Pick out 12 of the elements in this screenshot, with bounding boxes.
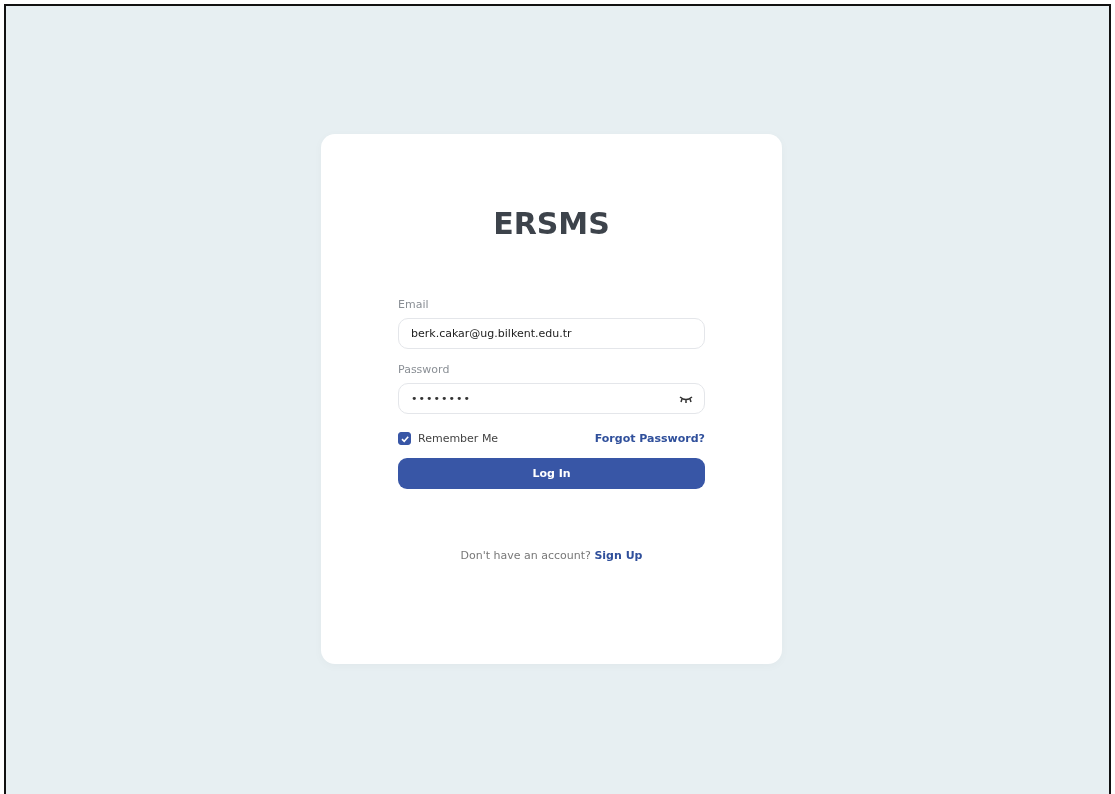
password-label: Password [398, 363, 450, 376]
remember-checkbox[interactable] [398, 432, 411, 445]
email-label: Email [398, 298, 429, 311]
closed-eye-icon[interactable] [679, 395, 693, 403]
login-button[interactable]: Log In [398, 458, 705, 489]
email-field[interactable]: berk.cakar@ug.bilkent.edu.tr [398, 318, 705, 349]
remember-label: Remember Me [418, 432, 499, 445]
signup-prompt: Don't have an account? Sign Up [460, 549, 643, 562]
password-field[interactable]: •••••••• [398, 383, 705, 414]
app-title: ERSMS [493, 205, 610, 243]
signup-link[interactable]: Sign Up [594, 549, 643, 562]
forgot-password-link[interactable]: Forgot Password? [594, 432, 705, 445]
